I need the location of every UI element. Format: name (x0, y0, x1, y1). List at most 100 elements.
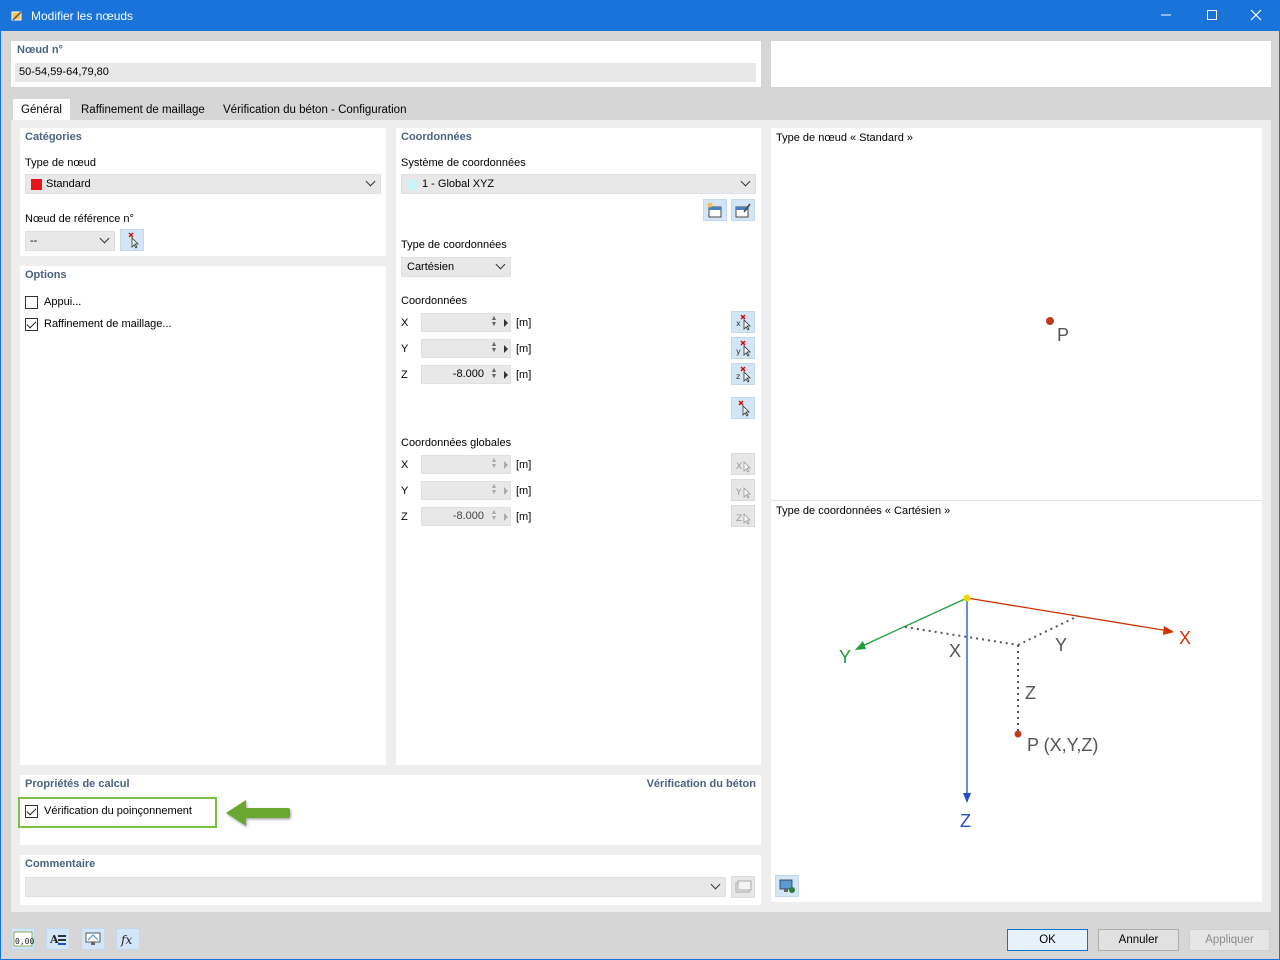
monitor-icon (85, 932, 101, 945)
node-number-field[interactable]: 50-54,59-64,79,80 (15, 63, 756, 82)
ok-button[interactable]: OK (1007, 929, 1088, 951)
tab-concrete-design-config[interactable]: Vérification du béton - Configuration (215, 99, 415, 121)
spin-arrows-icon[interactable]: ▲ ▼ (490, 367, 498, 381)
tab-mesh-refinement[interactable]: Raffinement de maillage (73, 99, 213, 121)
pick-z-button[interactable]: z (731, 363, 755, 385)
display-settings-button[interactable]: A (46, 928, 70, 950)
coord-y-unit: [m] (516, 343, 532, 355)
punching-checkbox[interactable] (25, 805, 38, 818)
x-axis-arrow (1163, 626, 1174, 635)
chevron-down-icon (365, 176, 376, 187)
svg-text:y: y (736, 347, 741, 356)
point-marker (1014, 730, 1022, 738)
function-icon: fx (120, 933, 132, 947)
edit-coord-system-button[interactable] (731, 199, 755, 221)
pick-y-button[interactable]: y (731, 337, 755, 359)
cancel-button[interactable]: Annuler (1098, 929, 1179, 951)
global-z-input: -8.000 ▲ ▼ (421, 507, 511, 526)
ref-node-select[interactable]: -- (25, 231, 115, 251)
menu-arrow-icon (504, 487, 508, 495)
node-type-select[interactable]: Standard (25, 174, 381, 194)
global-z-label: Z (401, 511, 408, 523)
ref-node-label: Nœud de référence n° (25, 213, 134, 225)
y-axis-arrow (855, 641, 866, 650)
coord-system-value: 1 - Global XYZ (422, 178, 495, 190)
point-full-label: P (X,Y,Z) (1027, 735, 1098, 755)
close-button[interactable] (1233, 1, 1279, 31)
coord-system-select[interactable]: 1 - Global XYZ (401, 174, 756, 194)
pick-ref-node-button[interactable] (120, 229, 144, 251)
coord-y-input[interactable]: ▲ ▼ (421, 339, 511, 358)
monitor-settings-icon (779, 879, 795, 893)
global-y-label: Y (401, 485, 409, 497)
svg-text:x: x (736, 319, 741, 328)
title-bar[interactable]: Modifier les nœuds (1, 1, 1279, 31)
mesh-refinement-checkbox[interactable] (25, 318, 38, 331)
minimize-icon (1161, 14, 1171, 16)
options-title: Options (25, 269, 67, 281)
punching-label[interactable]: Vérification du poinçonnement (44, 805, 192, 817)
check-icon (26, 318, 37, 329)
coord-z-label: Z (401, 369, 408, 381)
spin-arrows-icon[interactable]: ▲ ▼ (490, 341, 498, 355)
global-x-unit: [m] (516, 459, 532, 471)
global-y-input: ▲ ▼ (421, 481, 511, 500)
dim-x-label: X (949, 641, 961, 661)
new-coord-system-button[interactable] (703, 199, 727, 221)
support-checkbox[interactable] (25, 296, 38, 309)
coord-type-label: Type de coordonnées (401, 239, 507, 251)
tab-general[interactable]: Général (13, 99, 70, 121)
text-settings-icon: A (49, 933, 66, 946)
pick-point-icon (738, 400, 750, 417)
pick-x-button[interactable]: x (731, 311, 755, 333)
view-button[interactable] (81, 928, 105, 950)
comment-input[interactable] (25, 877, 726, 897)
pick-z-icon: Z (736, 513, 751, 525)
global-x-input: ▲ ▼ (421, 455, 511, 474)
spin-arrows-icon[interactable]: ▲ ▼ (490, 315, 498, 329)
menu-arrow-icon[interactable] (504, 371, 508, 379)
preview-options-button[interactable] (775, 875, 799, 897)
coord-x-input[interactable]: ▲ ▼ (421, 313, 511, 332)
svg-text:X: X (736, 462, 742, 472)
coord-z-input[interactable]: -8.000 ▲ ▼ (421, 365, 511, 384)
pick-z-icon: z (736, 366, 751, 383)
minimize-button[interactable] (1143, 1, 1189, 31)
z-axis-arrow (963, 793, 971, 803)
pick-global-z-button: Z (731, 505, 755, 527)
node-number-panel: Nœud n° 50-54,59-64,79,80 (11, 41, 761, 87)
units-button[interactable]: 0,00 (11, 928, 35, 950)
coord-type-select[interactable]: Cartésien (401, 257, 511, 277)
comment-panel: Commentaire (20, 855, 761, 905)
maximize-button[interactable] (1189, 1, 1235, 31)
pick-x-icon: X (736, 461, 751, 473)
chevron-down-icon (99, 233, 110, 244)
menu-arrow-icon[interactable] (504, 319, 508, 327)
node-type-preview: P (1046, 317, 1069, 345)
global-coords-label: Coordonnées globales (401, 437, 512, 449)
pick-y-icon: y (736, 340, 751, 357)
categories-panel: Catégories Type de nœud Standard Nœud de… (20, 128, 386, 256)
comment-title: Commentaire (25, 858, 96, 870)
coord-x-unit: [m] (516, 317, 532, 329)
menu-arrow-icon (504, 461, 508, 469)
node-type-value: Standard (46, 178, 91, 190)
app-icon (11, 11, 22, 21)
y-axis-label: Y (839, 647, 851, 667)
formula-button[interactable]: fx (116, 928, 140, 950)
svg-text:Z: Z (736, 514, 742, 524)
close-icon (1250, 9, 1262, 21)
ref-node-value: -- (30, 235, 38, 247)
menu-arrow-icon (504, 513, 508, 521)
edit-coord-system-icon (735, 203, 751, 218)
z-axis-label: Z (960, 811, 971, 831)
pick-point-button[interactable] (731, 397, 755, 419)
menu-arrow-icon[interactable] (504, 345, 508, 353)
x-axis-label: X (1179, 628, 1191, 648)
mesh-refinement-label[interactable]: Raffinement de maillage... (44, 318, 172, 330)
pick-node-icon (128, 232, 139, 249)
coord-x-label: X (401, 317, 409, 329)
dim-y-label: Y (1055, 635, 1067, 655)
support-label[interactable]: Appui... (44, 296, 81, 308)
library-icon (735, 880, 752, 893)
